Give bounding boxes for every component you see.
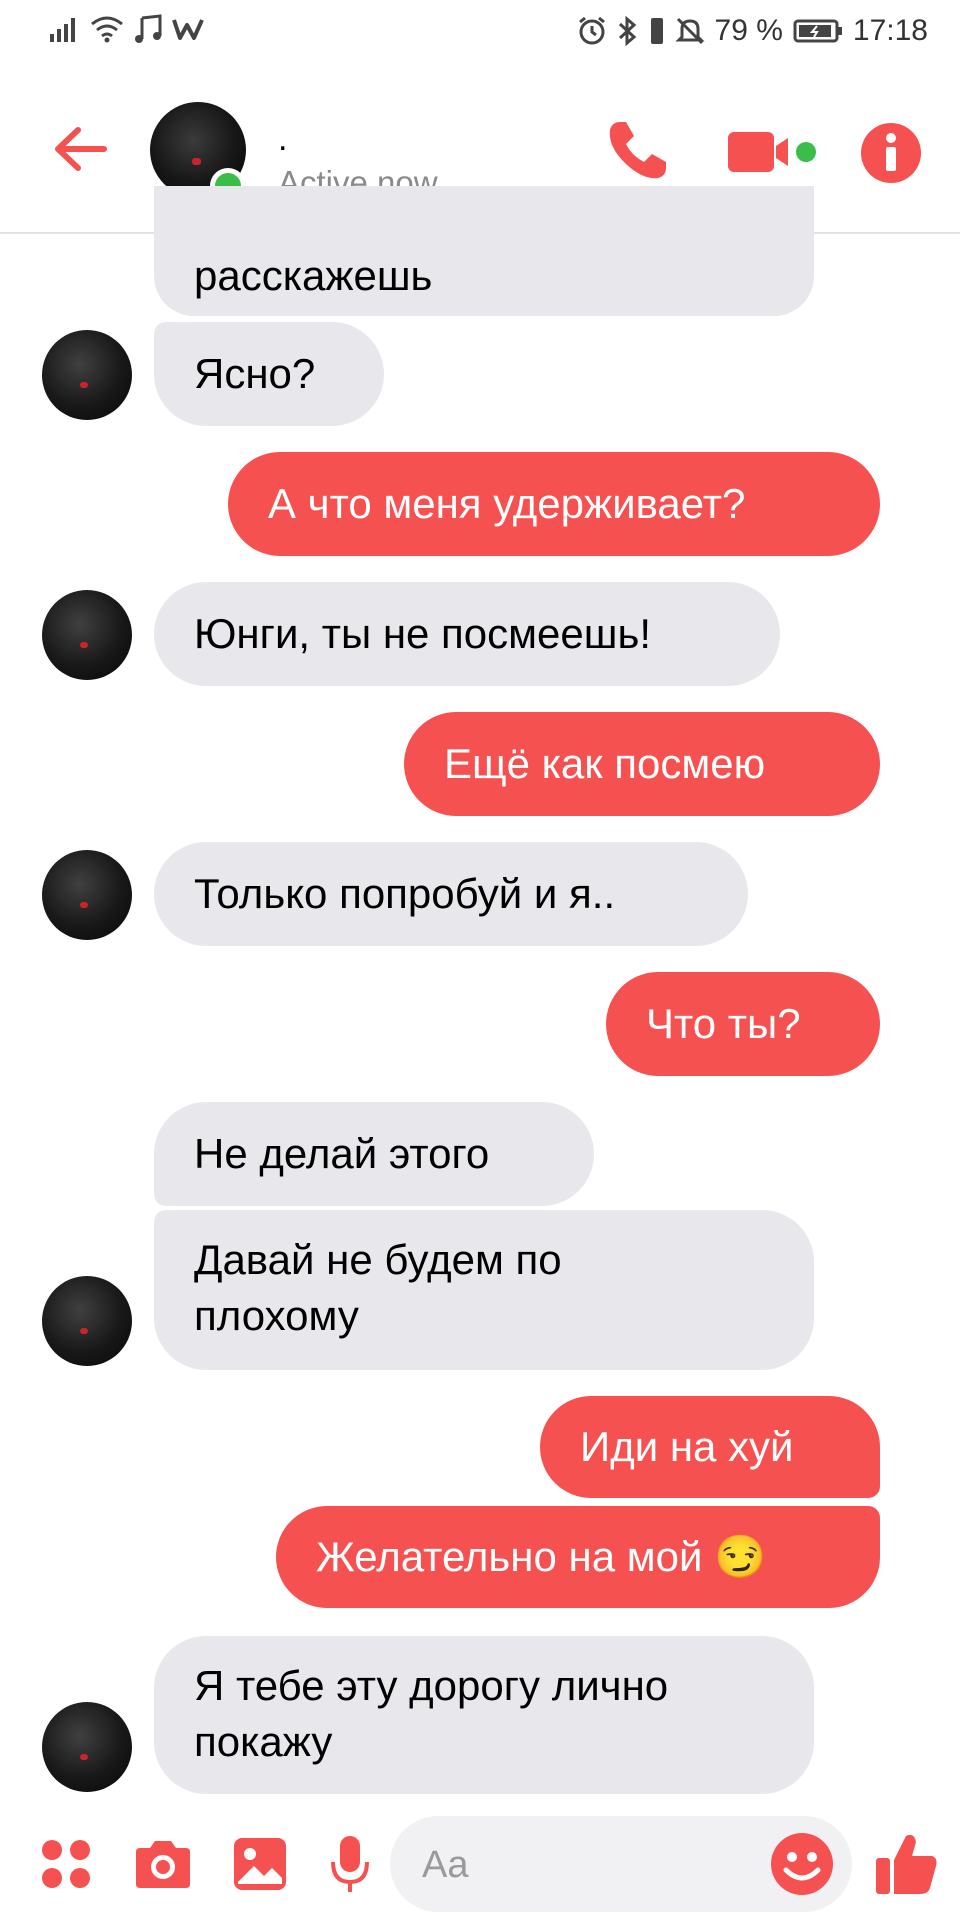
message-input-container: [390, 1816, 852, 1912]
microphone-icon: [331, 1836, 369, 1892]
message-outgoing[interactable]: Ещё как посмею: [404, 712, 880, 816]
camera-button[interactable]: [132, 1838, 194, 1890]
vibrate-icon: [649, 16, 665, 46]
message-incoming[interactable]: Юнги, ты не посмеешь!: [154, 582, 780, 686]
message-composer: [0, 1808, 960, 1920]
sender-avatar[interactable]: [42, 330, 132, 420]
info-icon: [861, 123, 921, 183]
menu-dots-icon: [42, 1840, 90, 1888]
message-incoming[interactable]: Ясно?: [154, 322, 384, 426]
info-button[interactable]: [858, 120, 924, 186]
camera-icon: [136, 1841, 190, 1888]
battery-percent: 79 %: [714, 14, 783, 47]
message-outgoing[interactable]: Иди на хуй: [540, 1396, 880, 1498]
status-bar-left: [50, 14, 204, 44]
status-bar: 79 % 17:18: [0, 0, 960, 64]
voice-call-button[interactable]: [602, 116, 672, 186]
message-outgoing[interactable]: Что ты?: [606, 972, 880, 1076]
bluetooth-icon: [617, 16, 639, 46]
phone-icon: [609, 122, 666, 179]
message-incoming[interactable]: Я тебе эту дорогу лично покажу: [154, 1636, 814, 1794]
thumbs-up-icon: [876, 1834, 937, 1894]
sender-avatar[interactable]: [42, 590, 132, 680]
back-arrow-icon: [55, 127, 107, 171]
clock-time: 17:18: [852, 14, 928, 47]
wattpad-icon: [172, 17, 204, 41]
message-incoming[interactable]: расскажешь: [154, 186, 814, 316]
status-bar-right: 79 % 17:18: [577, 14, 928, 48]
image-icon: [234, 1838, 286, 1890]
gallery-button[interactable]: [232, 1836, 288, 1892]
video-camera-icon: [728, 132, 816, 172]
sender-avatar[interactable]: [42, 1702, 132, 1792]
more-actions-button[interactable]: [40, 1838, 92, 1890]
message-incoming[interactable]: Не делай этого: [154, 1102, 594, 1206]
sender-avatar[interactable]: [42, 850, 132, 940]
wifi-icon: [90, 15, 124, 43]
message-input[interactable]: [420, 1834, 744, 1896]
emoji-button[interactable]: [768, 1830, 836, 1898]
message-incoming[interactable]: Давай не будем по плохому: [154, 1210, 814, 1370]
message-outgoing[interactable]: А что меня удерживает?: [228, 452, 880, 556]
emoji-icon: [771, 1833, 833, 1895]
mute-icon: [674, 16, 705, 46]
back-button[interactable]: [50, 118, 112, 180]
sender-avatar[interactable]: [42, 1276, 132, 1366]
music-icon: [134, 14, 162, 44]
message-incoming[interactable]: Только попробуй и я..: [154, 842, 748, 946]
contact-name[interactable]: .: [278, 120, 287, 159]
signal-icon: [50, 16, 80, 42]
battery-icon: [793, 18, 843, 44]
alarm-icon: [577, 16, 607, 46]
voice-message-button[interactable]: [330, 1834, 370, 1896]
message-outgoing[interactable]: Желательно на мой 😏: [276, 1506, 880, 1608]
like-button[interactable]: [874, 1830, 940, 1898]
video-call-button[interactable]: [726, 122, 826, 182]
